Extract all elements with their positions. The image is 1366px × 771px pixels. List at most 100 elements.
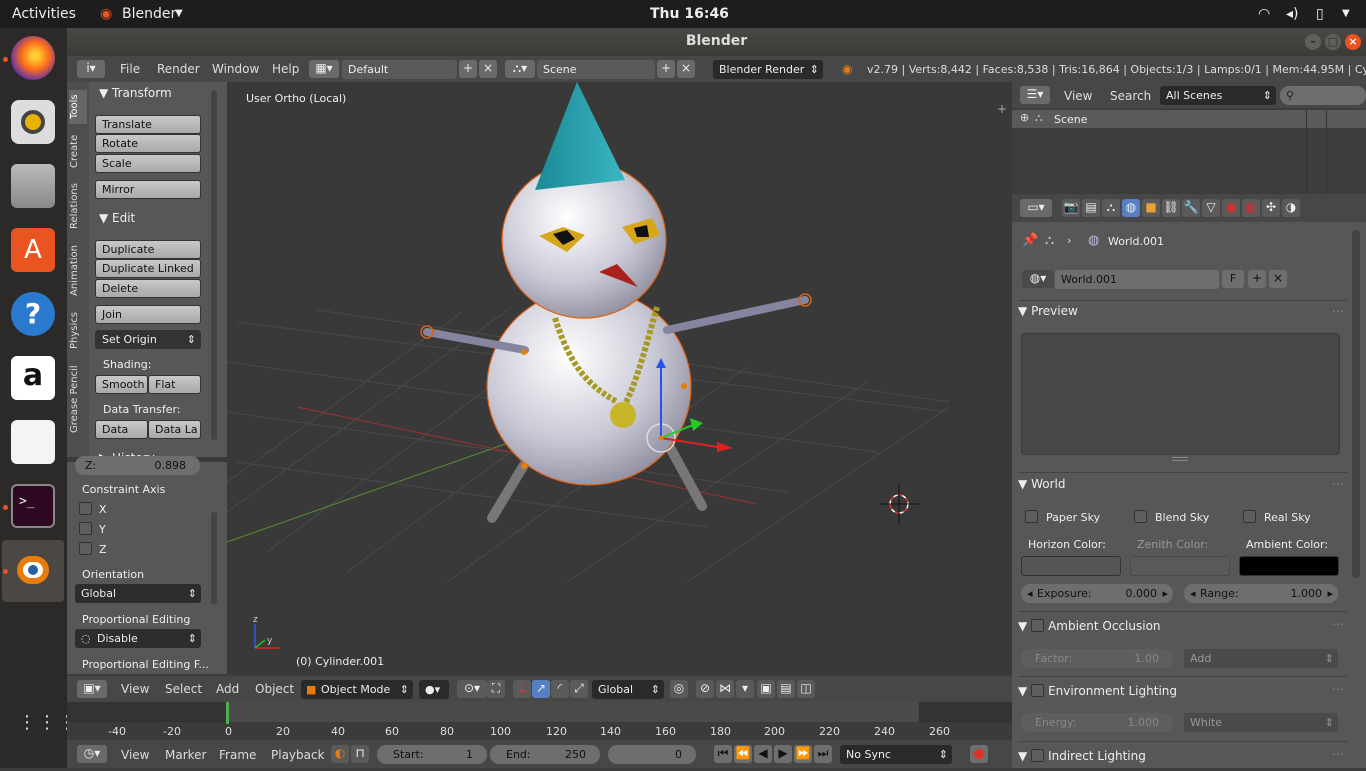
record-icon[interactable] — [970, 745, 988, 763]
tool-shelf-scrollbar[interactable] — [211, 90, 217, 440]
blend-sky-checkbox[interactable] — [1134, 510, 1147, 523]
pivot-point-icon[interactable]: ⊙▾ — [457, 680, 487, 698]
physics-tab-icon[interactable]: ◑ — [1282, 199, 1300, 217]
viewport-shading-dropdown[interactable]: ●▾ — [419, 680, 449, 699]
axis-y-checkbox[interactable] — [79, 522, 92, 535]
jump-start-icon[interactable]: ⏮ — [714, 745, 732, 763]
battery-icon[interactable]: ▯ — [1316, 6, 1324, 22]
system-menu-icon[interactable]: ▼ — [1342, 8, 1350, 19]
start-frame-field[interactable]: Start: 1 — [377, 745, 487, 764]
data-button[interactable]: Data — [95, 420, 148, 439]
scene-icon[interactable]: ⛬▾ — [505, 60, 535, 78]
activities-button[interactable]: Activities — [12, 6, 76, 22]
outliner-view-menu[interactable]: View — [1064, 89, 1092, 103]
lock-icon[interactable]: ⊓ — [351, 745, 369, 763]
files-icon[interactable] — [11, 164, 55, 208]
ambient-occlusion-panel-header[interactable]: ▼ Ambient Occlusion ⋯ — [1018, 617, 1348, 641]
scale-button[interactable]: Scale — [95, 154, 201, 173]
minimize-button[interactable]: – — [1305, 34, 1321, 50]
new-world-icon[interactable]: + — [1248, 270, 1266, 288]
tab-relations[interactable]: Relations — [69, 178, 87, 234]
environment-lighting-panel-header[interactable]: ▼ Environment Lighting ⋯ — [1018, 682, 1348, 706]
duplicate-button[interactable]: Duplicate — [95, 240, 201, 259]
particles-tab-icon[interactable]: ✣ — [1262, 199, 1280, 217]
modifiers-tab-icon[interactable]: 🔧 — [1182, 199, 1200, 217]
remove-scene-icon[interactable]: × — [677, 60, 695, 78]
frame-menu[interactable]: Frame — [219, 748, 256, 762]
tab-tools[interactable]: Tools — [69, 90, 87, 124]
outliner-search-input[interactable]: ⚲ — [1280, 86, 1366, 105]
render-layers-tab-icon[interactable]: ▤ — [1082, 199, 1100, 217]
indirect-lighting-panel-header[interactable]: ▼ Indirect Lighting ⋯ — [1018, 747, 1348, 771]
render-engine-dropdown[interactable]: Blender Render ⇕ — [713, 60, 823, 79]
blender-icon[interactable] — [11, 548, 55, 592]
real-sky-checkbox[interactable] — [1243, 510, 1256, 523]
chevron-down-icon[interactable]: ▼ — [175, 8, 183, 19]
delete-button[interactable]: Delete — [95, 279, 201, 298]
current-frame-marker[interactable] — [226, 702, 229, 724]
outliner-scene-label[interactable]: Scene — [1054, 113, 1088, 126]
triangle-down-icon[interactable]: ▼ — [99, 86, 108, 100]
data-layout-button[interactable]: Data La — [148, 420, 201, 439]
translate-manipulator-icon[interactable]: ↗ — [532, 680, 550, 698]
z-value-field[interactable]: Z: 0.898 — [75, 456, 200, 475]
keying-icon[interactable]: ◐ — [331, 745, 349, 763]
breadcrumb-world[interactable]: World.001 — [1108, 235, 1164, 248]
app-menu[interactable]: Blender — [122, 6, 176, 22]
end-frame-field[interactable]: End: 250 — [490, 745, 600, 764]
world-browse-icon[interactable]: ◍▾ — [1022, 270, 1054, 288]
smooth-button[interactable]: Smooth — [95, 375, 148, 394]
ao-factor-field[interactable]: Factor: 1.00 — [1021, 649, 1173, 668]
menu-render[interactable]: Render — [157, 62, 200, 76]
text-editor-icon[interactable] — [11, 420, 55, 464]
mirror-button[interactable]: Mirror — [95, 180, 201, 199]
maximize-button[interactable]: □ — [1325, 34, 1341, 50]
mode-dropdown[interactable]: ■ Object Mode ⇕ — [301, 680, 413, 699]
add-menu[interactable]: Add — [216, 682, 239, 696]
firefox-icon[interactable] — [11, 36, 55, 80]
range-field[interactable]: ◂ Range: 1.000 ▸ — [1184, 584, 1338, 603]
add-layout-icon[interactable]: + — [459, 60, 477, 78]
jump-keyframe-back-icon[interactable]: ⏪ — [734, 745, 752, 763]
camera-icon[interactable]: ◫ — [797, 680, 815, 698]
snap-icon[interactable]: ⋈ — [716, 680, 734, 698]
layer-icon[interactable]: ◎ — [670, 680, 688, 698]
screen-layout-icon[interactable]: ▦▾ — [309, 60, 339, 78]
properties-scrollbar[interactable] — [1352, 230, 1360, 578]
render-tab-icon[interactable]: 📷 — [1062, 199, 1080, 217]
world-tab-icon[interactable]: ◍ — [1122, 199, 1140, 217]
set-origin-dropdown[interactable]: Set Origin ⇕ — [95, 330, 201, 349]
manipulator-toggle-icon[interactable]: ⛶ — [487, 680, 505, 698]
3d-viewport[interactable]: User Ortho (Local) z y (0) Cylinder.001 … — [227, 82, 1012, 674]
timeline-editor-type-icon[interactable]: ◷▾ — [77, 745, 107, 763]
edit-panel-title[interactable]: Edit — [112, 211, 135, 225]
duplicate-linked-button[interactable]: Duplicate Linked — [95, 259, 201, 278]
object-menu[interactable]: Object — [255, 682, 294, 696]
render-opengl-icon[interactable]: ▣ — [757, 680, 775, 698]
scene-render[interactable]: z y — [227, 82, 1012, 674]
amazon-icon[interactable]: a — [11, 356, 55, 400]
screen-layout-field[interactable]: Default — [342, 60, 457, 79]
add-scene-icon[interactable]: + — [657, 60, 675, 78]
rotate-button[interactable]: Rotate — [95, 134, 201, 153]
drag-handle-icon[interactable]: ⋯ — [1332, 304, 1344, 318]
ambient-color-swatch[interactable] — [1239, 556, 1339, 576]
orientation-dropdown[interactable]: Global ⇕ — [75, 584, 201, 603]
zenith-color-swatch[interactable] — [1130, 556, 1230, 576]
playback-menu[interactable]: Playback — [271, 748, 325, 762]
display-mode-dropdown[interactable]: All Scenes ⇕ — [1160, 86, 1276, 105]
remove-layout-icon[interactable]: × — [479, 60, 497, 78]
exposure-field[interactable]: ◂ Exposure: 0.000 ▸ — [1021, 584, 1173, 603]
environment-lighting-checkbox[interactable] — [1031, 684, 1045, 697]
rhythmbox-icon[interactable] — [11, 100, 55, 144]
proportional-editing-dropdown[interactable]: ◌ Disable ⇕ — [75, 629, 201, 648]
menu-help[interactable]: Help — [272, 62, 299, 76]
scene-field[interactable]: Scene — [537, 60, 655, 79]
world-name-field[interactable]: World.001 — [1055, 270, 1219, 289]
outliner-editor-type-icon[interactable]: ☰▾ — [1020, 86, 1050, 104]
clock[interactable]: Thu 16:46 — [650, 6, 729, 22]
ao-blend-dropdown[interactable]: Add ⇕ — [1184, 649, 1338, 668]
horizon-color-swatch[interactable] — [1021, 556, 1121, 576]
drag-handle-icon[interactable]: ⋯ — [1332, 617, 1344, 631]
ambient-occlusion-checkbox[interactable] — [1031, 619, 1045, 632]
